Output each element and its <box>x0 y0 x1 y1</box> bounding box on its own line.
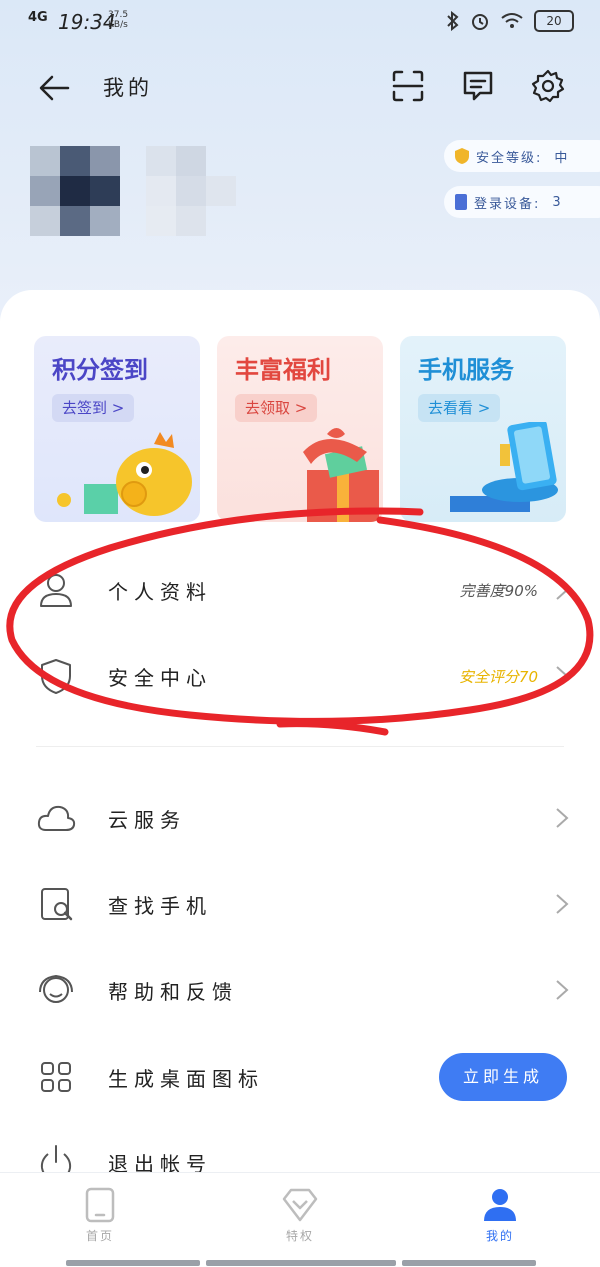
alarm-icon <box>472 14 488 30</box>
diamond-icon <box>282 1188 318 1222</box>
bluetooth-icon <box>447 11 459 31</box>
scan-icon[interactable] <box>390 68 426 104</box>
promo-title: 丰富福利 <box>235 356 331 384</box>
battery-icon: 20 <box>534 10 574 32</box>
promo-button[interactable]: 去签到 > <box>52 394 135 422</box>
support-face-icon <box>39 974 73 1003</box>
status-bar: 4G 19:34 37.5 KB/s 20 <box>0 0 600 44</box>
security-level-label: 安全等级: <box>476 150 543 166</box>
avatar-blurred[interactable] <box>30 146 240 236</box>
promo-card-benefits[interactable]: 丰富福利 去领取 > <box>217 336 383 522</box>
divider <box>36 746 564 747</box>
nav-tab-home[interactable]: 首页 <box>40 1187 160 1244</box>
menu-item-label: 帮助和反馈 <box>108 980 238 1004</box>
promo-title: 手机服务 <box>418 356 514 384</box>
generate-now-button[interactable]: 立即生成 <box>439 1053 567 1101</box>
profile-completeness: 完善度90% <box>459 582 538 600</box>
menu-item-label: 安全中心 <box>108 666 212 690</box>
nav-tab-label: 首页 <box>85 1229 114 1243</box>
chevron-right-icon <box>556 666 569 686</box>
phone-illustration <box>450 422 558 512</box>
mascot-illustration <box>57 432 192 516</box>
menu-item-label: 云服务 <box>108 808 186 832</box>
security-score: 安全评分70 <box>458 668 538 686</box>
person-icon <box>40 574 72 607</box>
security-level-pill[interactable]: 安全等级: 中 <box>444 140 600 172</box>
promo-button[interactable]: 去看看 > <box>418 394 501 422</box>
login-devices-value: 3 <box>552 194 561 210</box>
nav-tab-label: 我的 <box>485 1229 514 1243</box>
shield-icon <box>455 148 469 164</box>
person-filled-icon <box>484 1189 516 1221</box>
page-title: 我的 <box>103 76 153 100</box>
chevron-right-icon <box>556 894 569 914</box>
promo-card-checkin[interactable]: 积分签到 去签到 > <box>34 336 200 522</box>
menu-item-security-center[interactable]: 安全中心 安全评分70 <box>0 646 600 706</box>
status-icons: 20 <box>446 10 574 32</box>
phone-icon <box>455 194 467 210</box>
gift-box-illustration <box>303 428 379 522</box>
bottom-navigation: 首页 特权 我的 <box>0 1172 600 1267</box>
message-icon[interactable] <box>460 68 496 104</box>
gear-icon[interactable] <box>530 68 566 104</box>
chevron-right-icon <box>556 808 569 828</box>
promo-card-phone-service[interactable]: 手机服务 去看看 > <box>400 336 566 522</box>
chevron-right-icon <box>556 580 569 600</box>
menu-item-cloud-service[interactable]: 云服务 <box>0 788 600 848</box>
nav-tab-label: 特权 <box>285 1229 314 1243</box>
wifi-icon <box>501 13 523 28</box>
find-phone-icon <box>41 888 73 921</box>
clock: 19:34 <box>58 10 116 34</box>
menu-item-personal-info[interactable]: 个人资料 完善度90% <box>0 560 600 620</box>
nav-tab-mine[interactable]: 我的 <box>440 1187 560 1244</box>
network-indicator: 4G <box>28 10 48 25</box>
nav-tab-privileges[interactable]: 特权 <box>240 1187 360 1244</box>
network-speed: 37.5 KB/s <box>108 10 128 30</box>
menu-item-find-phone[interactable]: 查找手机 <box>0 874 600 934</box>
menu-item-label: 查找手机 <box>108 894 212 918</box>
system-gesture-bar <box>402 1260 536 1266</box>
back-arrow-icon[interactable] <box>36 70 72 106</box>
security-level-value: 中 <box>554 150 568 166</box>
system-gesture-bar <box>66 1260 200 1266</box>
speed-unit: KB/s <box>108 20 128 30</box>
shield-outline-icon <box>41 659 71 694</box>
speed-value: 37.5 <box>108 10 129 20</box>
login-devices-pill[interactable]: 登录设备: 3 <box>444 186 600 218</box>
login-devices-label: 登录设备: <box>474 196 541 212</box>
menu-item-label: 生成桌面图标 <box>108 1067 264 1091</box>
menu-item-help-feedback[interactable]: 帮助和反馈 <box>0 960 600 1020</box>
grid-icon <box>41 1062 71 1092</box>
system-gesture-bar <box>206 1260 396 1266</box>
chevron-right-icon <box>556 980 569 1000</box>
cloud-icon <box>37 805 76 831</box>
tablet-icon <box>85 1187 115 1223</box>
menu-item-label: 个人资料 <box>108 580 212 604</box>
promo-button[interactable]: 去领取 > <box>235 394 318 422</box>
promo-title: 积分签到 <box>52 356 148 384</box>
